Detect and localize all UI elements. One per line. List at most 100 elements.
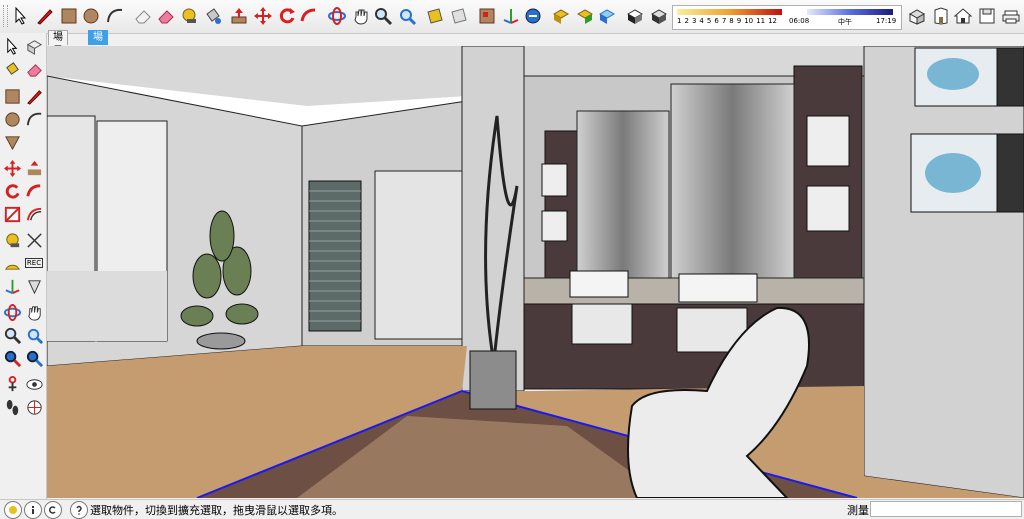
arc-icon[interactable] [104, 5, 126, 27]
zoom-window-icon[interactable] [23, 324, 45, 346]
wall-niche [541, 210, 568, 242]
iso-view-icon[interactable] [906, 5, 928, 27]
scale-icon[interactable] [1, 203, 23, 225]
section-icon[interactable] [424, 5, 446, 27]
section-plane-icon[interactable] [448, 5, 470, 27]
poster [996, 133, 1024, 213]
offset-icon[interactable] [23, 203, 45, 225]
make-component-icon[interactable] [23, 35, 45, 57]
month-label: 11 [756, 17, 766, 25]
follow-me-icon[interactable] [23, 180, 45, 202]
month-label: 2 [684, 17, 689, 25]
window-exterior [47, 271, 167, 341]
mirror-right [670, 83, 795, 282]
extension-icon[interactable] [596, 5, 618, 27]
month-label: 9 [736, 17, 742, 25]
get-models-icon[interactable] [522, 5, 544, 27]
tall-vase [469, 350, 517, 410]
rec-label: REC [24, 258, 44, 268]
select-icon[interactable] [10, 5, 32, 27]
components-icon[interactable] [476, 5, 498, 27]
orbit-icon[interactable] [326, 5, 348, 27]
status-hint: 選取物件，切換到擴充選取，拖曳滑鼠以選取多項。 [90, 504, 343, 517]
eraser-pink-icon[interactable] [155, 5, 177, 27]
eraser-icon[interactable] [23, 58, 45, 80]
month-label: 1 [677, 17, 682, 25]
plant-pot [196, 332, 246, 350]
push-pull-icon[interactable] [23, 157, 45, 179]
rotate-icon[interactable] [1, 180, 23, 202]
zoom-extents-icon[interactable] [1, 347, 23, 369]
sink-left [569, 270, 629, 298]
circle-icon[interactable] [80, 5, 102, 27]
pan-icon[interactable] [350, 5, 372, 27]
right-wall [863, 46, 1024, 498]
poster-graphic [925, 153, 981, 193]
measurement-input[interactable] [870, 501, 1022, 517]
month-label: 4 [699, 17, 704, 25]
paint-bucket-icon[interactable] [1, 58, 23, 80]
protractor-icon[interactable] [1, 252, 23, 274]
wall-niche [806, 115, 850, 167]
home-view-icon[interactable] [952, 5, 974, 27]
section-plane-icon[interactable] [23, 396, 45, 418]
orbit-icon[interactable] [1, 301, 23, 323]
save-icon[interactable] [976, 5, 998, 27]
text-record-icon[interactable]: REC [23, 252, 45, 274]
rectangle-icon[interactable] [58, 5, 80, 27]
pencil-icon[interactable] [23, 85, 45, 107]
month-label: 6 [714, 17, 719, 25]
move-icon[interactable] [252, 5, 274, 27]
move-icon[interactable] [1, 157, 23, 179]
polygon-icon[interactable] [1, 131, 23, 153]
walk-icon[interactable] [1, 396, 23, 418]
look-around-icon[interactable] [23, 373, 45, 395]
3d-text-icon[interactable] [23, 275, 45, 297]
pan-icon[interactable] [23, 301, 45, 323]
month-label: 12 [768, 17, 777, 25]
arc-icon[interactable] [23, 108, 45, 130]
info-icon[interactable] [24, 501, 42, 519]
axes-icon[interactable] [1, 275, 23, 297]
eraser-icon[interactable] [132, 5, 154, 27]
select-icon[interactable] [1, 35, 23, 57]
follow-me-icon[interactable] [298, 5, 320, 27]
geo-location-icon[interactable] [4, 501, 22, 519]
dimension-icon[interactable] [23, 229, 45, 251]
circle-icon[interactable] [1, 108, 23, 130]
towel-shelf [571, 303, 633, 345]
time-noon: 中午 [838, 18, 852, 26]
zoom-icon[interactable] [372, 5, 394, 27]
model-viewport[interactable] [47, 46, 1024, 498]
position-camera-icon[interactable] [1, 373, 23, 395]
print-icon[interactable] [1000, 5, 1022, 27]
measurement-label: 測量 [847, 504, 869, 517]
warehouse-icon[interactable] [574, 5, 596, 27]
axes-icon[interactable] [500, 5, 522, 27]
tape-measure-icon[interactable] [1, 229, 23, 251]
time-end: 17:19 [876, 17, 897, 25]
help-icon[interactable] [70, 501, 88, 519]
month-labels: 1 2 3 4 5 6 7 8 9 10 11 12 [677, 17, 777, 25]
tape-measure-icon[interactable] [178, 5, 200, 27]
rotate-icon[interactable] [276, 5, 298, 27]
push-pull-icon[interactable] [228, 5, 250, 27]
shadow-toggle-icon[interactable] [624, 5, 646, 27]
toolbar-grip[interactable] [3, 5, 8, 27]
paint-bucket-icon[interactable] [202, 5, 224, 27]
rectangle-icon[interactable] [1, 85, 23, 107]
pencil-icon[interactable] [34, 5, 56, 27]
zoom-extents-icon[interactable] [396, 5, 418, 27]
sink-right [678, 273, 758, 303]
share-model-icon[interactable] [550, 5, 572, 27]
copyright-icon[interactable] [44, 501, 62, 519]
wall-niche [541, 163, 568, 197]
status-bar: 選取物件，切換到擴充選取，拖曳滑鼠以選取多項。 測量 [0, 499, 1024, 519]
tab-scene-3[interactable]: 場景號3 [88, 30, 108, 85]
fog-icon[interactable] [648, 5, 670, 27]
main-toolbar: 1 2 3 4 5 6 7 8 9 10 11 12 06:08 中午 17:1… [0, 0, 1024, 34]
previous-view-icon[interactable] [23, 347, 45, 369]
zoom-icon[interactable] [1, 324, 23, 346]
tab-scene-2[interactable]: 場景號2 [48, 30, 68, 85]
front-view-icon[interactable] [930, 5, 952, 27]
